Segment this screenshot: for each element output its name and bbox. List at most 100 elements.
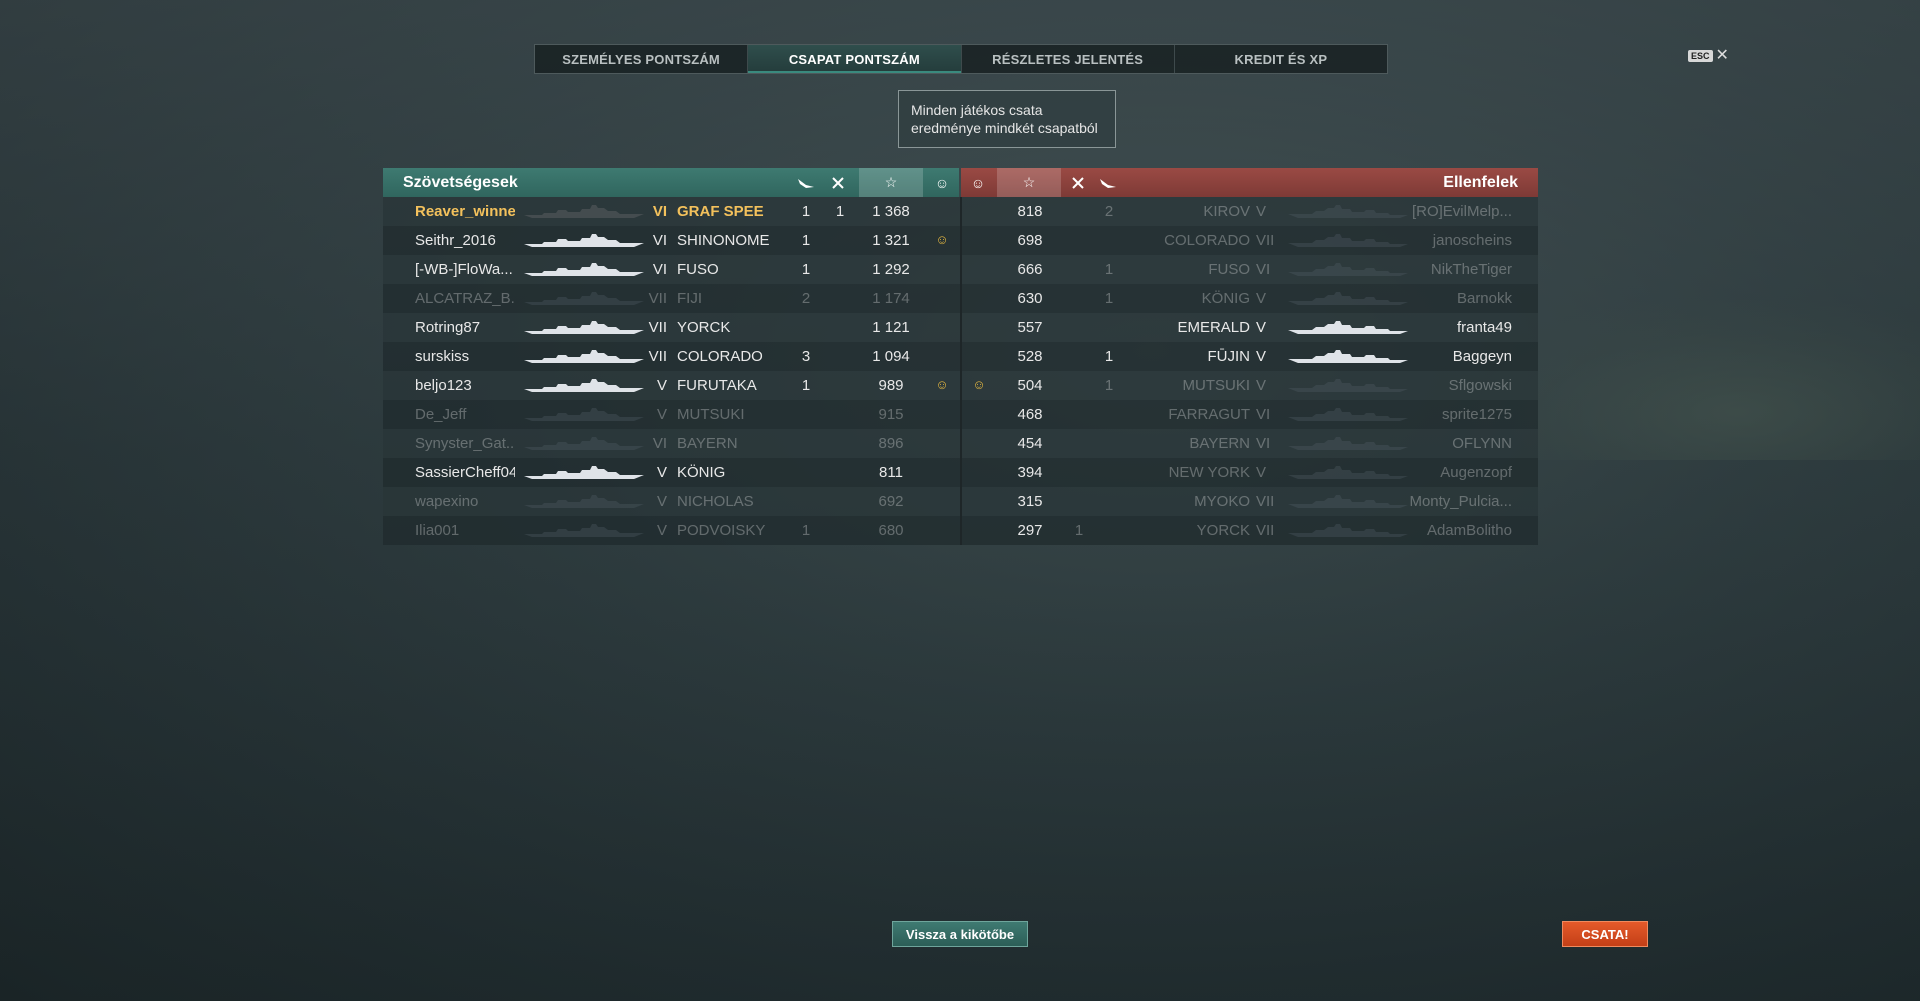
ship-name: FUSO	[1208, 261, 1250, 278]
enemy-row[interactable]: 297 1 YORCK VII AdamBolitho	[962, 516, 1538, 545]
enemy-row[interactable]: ☺ 504 1 MUTSUKI V Sflgowski	[962, 371, 1538, 400]
table-header: Szövetségesek ☆ ☺ ☺ ☆ Ellenfelek	[383, 168, 1538, 197]
xp-value: 1 121	[872, 319, 910, 336]
ship-tier: V	[1256, 348, 1267, 365]
ship-name: FARRAGUT	[1168, 406, 1250, 423]
ship-silhouette-icon	[524, 234, 644, 248]
ship-name: SHINONOME	[677, 232, 770, 249]
enemy-row[interactable]: 698 COLORADO VII janoscheins	[962, 226, 1538, 255]
table-row: wapexino V NICHOLAS 692 315 MYOKO VII Monty_Pul…	[383, 487, 1538, 516]
xp-value: 1 321	[872, 232, 910, 249]
ship-silhouette-icon	[1288, 292, 1408, 306]
ship-name: FURUTAKA	[677, 377, 757, 394]
ally-row[interactable]: Rotring87 VII YORCK 1 121	[383, 313, 960, 342]
planes-shot: 1	[801, 232, 811, 249]
ship-tier: VII	[1256, 522, 1275, 539]
xp-value: 468	[1017, 406, 1043, 423]
ship-tier: V	[1256, 377, 1267, 394]
tab-detailed-report[interactable]: RÉSZLETES JELENTÉS	[962, 45, 1175, 73]
ally-row[interactable]: SassierCheff04 V KÖNIG 811	[383, 458, 960, 487]
enemy-row[interactable]: 630 1 KÖNIG V Barnokk	[962, 284, 1538, 313]
enemy-row[interactable]: 315 MYOKO VII Monty_Pulcia...	[962, 487, 1538, 516]
ship-silhouette-icon	[1288, 466, 1408, 480]
ship-tier: V	[656, 464, 667, 481]
player-name: Sflgowski	[1448, 377, 1512, 394]
ally-row[interactable]: De_Jeff V MUTSUKI 915	[383, 400, 960, 429]
close-button[interactable]: ESC ✕	[1688, 48, 1729, 64]
ship-name: COLORADO	[677, 348, 763, 365]
player-name: De_Jeff	[415, 406, 467, 423]
tab-team-score[interactable]: CSAPAT PONTSZÁM	[748, 45, 962, 73]
ally-row[interactable]: beljo123 V FURUTAKA 1 989 ☺	[383, 371, 960, 400]
enemy-row[interactable]: 528 1 FŪJIN V Baggeyn	[962, 342, 1538, 371]
player-name: Augenzopf	[1440, 464, 1512, 481]
enemy-row[interactable]: 394 NEW YORK V Augenzopf	[962, 458, 1538, 487]
player-name: Baggeyn	[1452, 348, 1512, 365]
ship-silhouette-icon	[524, 263, 644, 277]
planes-shot: 2	[1104, 203, 1114, 220]
xp-value: 1 174	[872, 290, 910, 307]
player-name: Rotring87	[415, 319, 481, 336]
ships-destroyed-icon[interactable]	[1063, 168, 1093, 197]
ship-silhouette-icon	[1288, 350, 1408, 364]
table-row: [-WB-]FloWa... VI FUSO 1 1 292 666 1 FUSO VI NikT…	[383, 255, 1538, 284]
ally-row[interactable]: ALCATRAZ_B... VII FIJI 2 1 174	[383, 284, 960, 313]
ally-row[interactable]: wapexino V NICHOLAS 692	[383, 487, 960, 516]
planes-shot-icon[interactable]	[791, 168, 821, 197]
xp-star-icon[interactable]: ☆	[859, 168, 923, 197]
ship-tier: VI	[652, 203, 667, 220]
ship-tier: VII	[1256, 232, 1275, 249]
score-rows: Reaver_winner VI GRAF SPEE 1 1 1 368 818 2 KIROV…	[383, 197, 1538, 545]
ally-row[interactable]: Synyster_Gat... VI BAYERN 896	[383, 429, 960, 458]
ship-name: EMERALD	[1177, 319, 1250, 336]
planes-shot: 1	[1104, 261, 1114, 278]
ship-tier: VII	[648, 348, 667, 365]
results-tabs: SZEMÉLYES PONTSZÁM CSAPAT PONTSZÁM RÉSZL…	[534, 44, 1388, 74]
player-name: AdamBolitho	[1426, 522, 1512, 539]
back-to-port-button[interactable]: Vissza a kikötőbe	[892, 921, 1028, 947]
medal-icon: ☺	[935, 232, 949, 247]
player-name: NikTheTiger	[1430, 261, 1512, 278]
enemy-row[interactable]: 468 FARRAGUT VI sprite1275	[962, 400, 1538, 429]
enemy-row[interactable]: 557 EMERALD Vfranta49	[962, 313, 1538, 342]
planes-shot-icon[interactable]	[1093, 168, 1123, 197]
ships-destroyed-icon[interactable]	[823, 168, 853, 197]
xp-value: 811	[879, 464, 903, 481]
battle-button[interactable]: CSATA!	[1562, 921, 1648, 947]
ship-name: KIROV	[1203, 203, 1250, 220]
medal-icon[interactable]: ☺	[927, 168, 957, 197]
ship-name: NICHOLAS	[677, 493, 754, 510]
xp-value: 915	[878, 406, 904, 423]
xp-value: 557	[1017, 319, 1043, 336]
team-score-table: Szövetségesek ☆ ☺ ☺ ☆ Ellenfelek Reaver_…	[383, 168, 1538, 545]
xp-value: 394	[1017, 464, 1043, 481]
tab-personal-score[interactable]: SZEMÉLYES PONTSZÁM	[535, 45, 749, 73]
player-name: Ilia001	[415, 522, 460, 539]
ship-silhouette-icon	[1288, 437, 1408, 451]
enemy-row[interactable]: 666 1 FUSO VI NikTheTiger	[962, 255, 1538, 284]
ship-name: MUTSUKI	[677, 406, 745, 423]
ally-row[interactable]: Reaver_winner VI GRAF SPEE 1 1 1 368	[383, 197, 960, 226]
ally-row[interactable]: Seithr_2016 VI SHINONOME 1 1 321 ☺	[383, 226, 960, 255]
xp-value: 989	[878, 377, 904, 394]
ship-silhouette-icon	[524, 321, 644, 335]
ally-row[interactable]: surskiss VII COLORADO 3 1 094	[383, 342, 960, 371]
allies-header: Szövetségesek ☆ ☺	[383, 168, 959, 197]
player-name: Monty_Pulcia...	[1409, 493, 1512, 510]
ally-row[interactable]: [-WB-]FloWa... VI FUSO 1 1 292	[383, 255, 960, 284]
ally-row[interactable]: Ilia001 V PODVOISKY 1 680	[383, 516, 960, 545]
player-name: beljo123	[415, 377, 472, 394]
player-name: ALCATRAZ_B...	[415, 290, 515, 307]
planes-shot: 1	[1104, 290, 1114, 307]
tab-credits-xp[interactable]: KREDIT ÉS XP	[1175, 45, 1387, 73]
enemy-row[interactable]: 454 BAYERN VI OFLYNN	[962, 429, 1538, 458]
xp-star-icon[interactable]: ☆	[997, 168, 1061, 197]
ship-silhouette-icon	[524, 524, 644, 538]
enemy-row[interactable]: 818 2 KIROV V [RO]EvilMelp...	[962, 197, 1538, 226]
xp-value: 297	[1017, 522, 1043, 539]
planes-shot: 1	[1104, 377, 1114, 394]
medal-icon[interactable]: ☺	[963, 168, 993, 197]
player-name: sprite1275	[1441, 406, 1512, 423]
ship-silhouette-icon	[1288, 524, 1408, 538]
table-row: beljo123 V FURUTAKA 1 989 ☺ ☺ 504 1 MUTSUKI V Sflgo…	[383, 371, 1538, 400]
